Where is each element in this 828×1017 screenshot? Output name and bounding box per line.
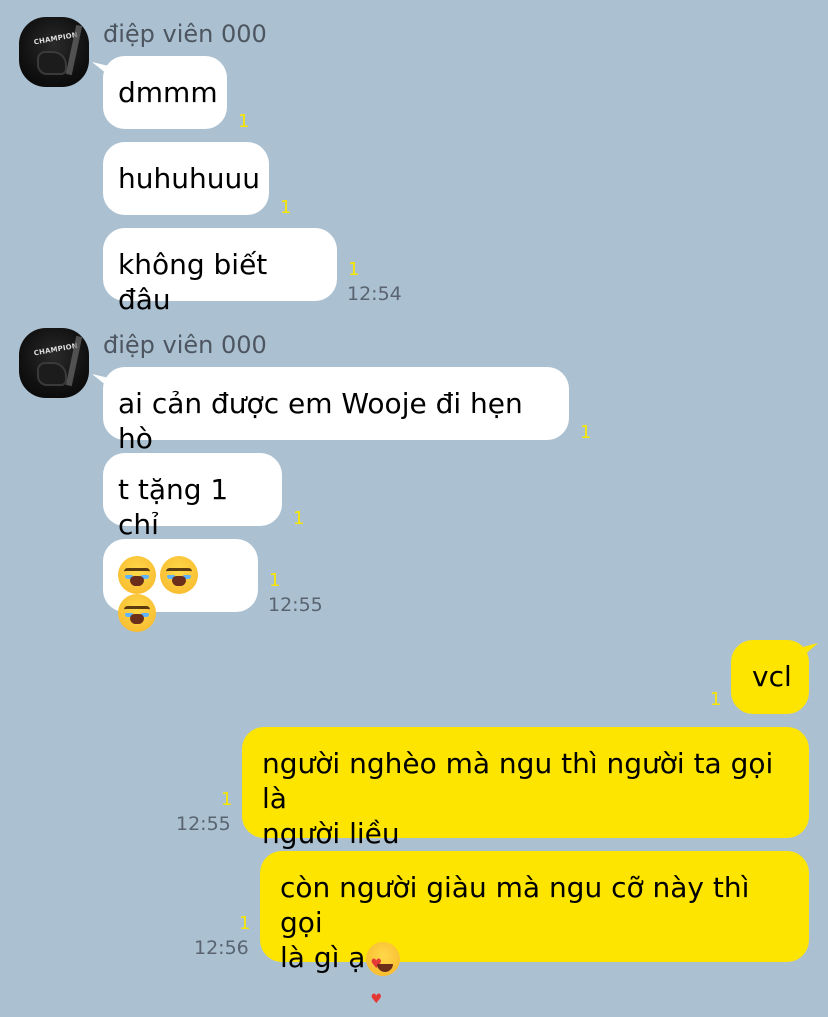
unread-count: 1 — [269, 570, 281, 591]
message-text-line: người liều — [262, 817, 400, 850]
incoming-message[interactable]: không biết đâu — [103, 228, 337, 316]
incoming-message[interactable] — [103, 539, 258, 632]
message-text-line: còn người giàu mà ngu cỡ này thì gọi — [280, 871, 750, 939]
message-text-line: là gì ạ — [280, 940, 789, 1017]
incoming-message[interactable]: dmmm — [103, 56, 227, 129]
message-text: ai cản được em Wooje đi hẹn hò — [118, 387, 523, 455]
message-time: 12:55 — [176, 813, 231, 835]
incoming-message[interactable]: t tặng 1 chỉ — [103, 453, 282, 541]
loudly-crying-face-emoji — [118, 556, 156, 594]
message-time: 12:54 — [347, 283, 402, 305]
unread-count: 1 — [580, 422, 592, 443]
message-text: vcl — [752, 660, 792, 693]
message-text: không biết đâu — [118, 248, 268, 316]
avatar-logo: CHAMPION — [33, 341, 79, 358]
avatar-figure — [37, 362, 67, 386]
loudly-crying-face-emoji — [118, 594, 156, 632]
unread-count: 1 — [280, 197, 292, 218]
unread-count: 1 — [348, 259, 360, 280]
message-time: 12:55 — [268, 594, 323, 616]
sender-avatar[interactable]: CHAMPION — [19, 17, 89, 87]
outgoing-message[interactable]: người nghèo mà ngu thì người ta gọi là n… — [242, 727, 809, 850]
message-text-line: người nghèo mà ngu thì người ta gọi là — [262, 747, 774, 815]
loudly-crying-face-emoji — [160, 556, 198, 594]
message-text: dmmm — [118, 76, 218, 109]
unread-count: 1 — [710, 689, 722, 710]
unread-count: 1 — [239, 913, 251, 934]
unread-count: 1 — [221, 789, 233, 810]
message-time: 12:56 — [194, 937, 249, 959]
avatar-logo: CHAMPION — [33, 30, 79, 47]
avatar-figure — [37, 51, 67, 75]
message-text: là gì ạ — [280, 941, 366, 974]
sender-avatar[interactable]: CHAMPION — [19, 328, 89, 398]
message-text: huhuhuuu — [118, 162, 260, 195]
sender-name[interactable]: điệp viên 000 — [103, 331, 267, 359]
outgoing-message[interactable]: vcl — [731, 640, 809, 714]
unread-count: 1 — [293, 508, 305, 529]
message-text: t tặng 1 chỉ — [118, 473, 229, 541]
incoming-message[interactable]: huhuhuuu — [103, 142, 269, 215]
incoming-message[interactable]: ai cản được em Wooje đi hẹn hò — [103, 367, 569, 455]
unread-count: 1 — [238, 111, 250, 132]
sender-name[interactable]: điệp viên 000 — [103, 20, 267, 48]
smiling-face-with-heart-eyes-emoji — [366, 942, 401, 1017]
outgoing-message[interactable]: còn người giàu mà ngu cỡ này thì gọi là … — [260, 851, 809, 1017]
